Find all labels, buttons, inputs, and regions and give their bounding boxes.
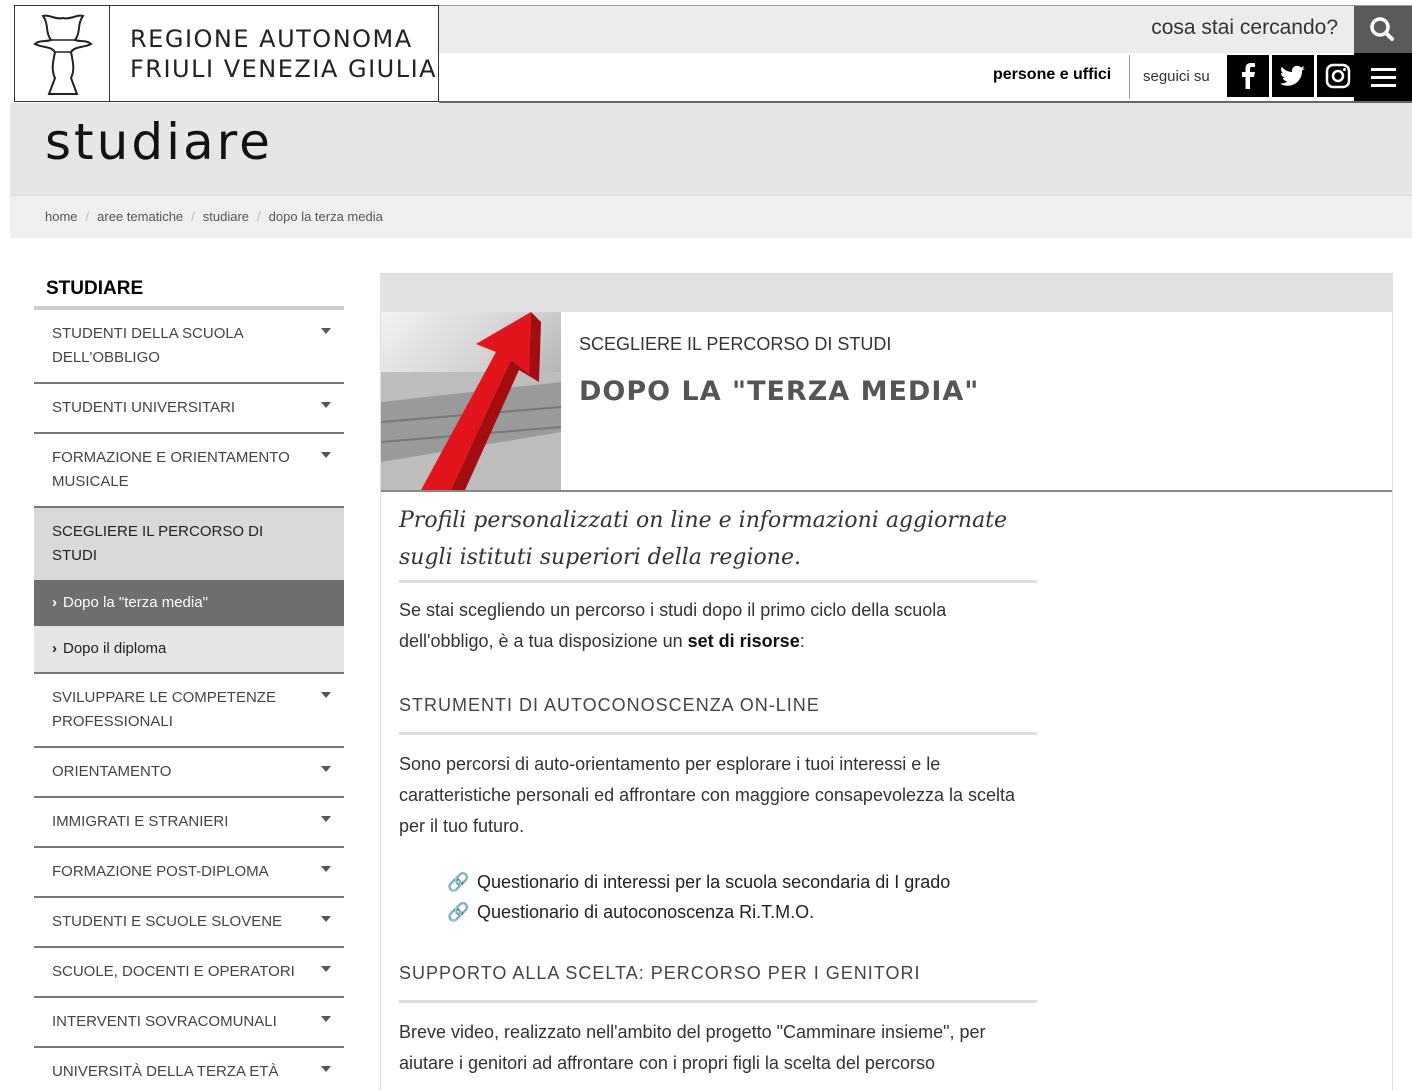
article-body: Profili personalizzati on line e informa… — [399, 502, 1037, 1079]
search-icon — [1370, 17, 1394, 41]
link-icon: 🔗 — [447, 872, 470, 892]
sidebar-item-label: STUDENTI DELLA SCUOLA DELL'OBBLIGO — [52, 325, 243, 366]
sidebar-item-interventi[interactable]: INTERVENTI SOVRACOMUNALI — [34, 998, 344, 1048]
caret-down-icon[interactable] — [321, 328, 331, 334]
hero-image — [381, 312, 561, 490]
section-text-genitori: Breve video, realizzato nell'ambito del … — [399, 1022, 986, 1073]
caret-down-icon[interactable] — [321, 402, 331, 408]
breadcrumb-home[interactable]: home — [45, 209, 78, 224]
sidebar-item-slovene[interactable]: STUDENTI E SCUOLE SLOVENE — [34, 898, 344, 948]
intro-bold: set di risorse — [687, 631, 800, 651]
link-label: Questionario di autoconoscenza Ri.T.M.O. — [477, 902, 815, 922]
sidebar-nav: STUDIARE STUDENTI DELLA SCUOLA DELL'OBBL… — [34, 275, 344, 1091]
divider — [1129, 55, 1130, 99]
sidebar-item-post-diploma[interactable]: FORMAZIONE POST-DIPLOMA — [34, 848, 344, 898]
link-label: Questionario di interessi per la scuola … — [477, 872, 951, 892]
region-name[interactable]: REGIONE AUTONOMA FRIULI VENEZIA GIULIA — [110, 5, 439, 102]
sidebar-item-label: IMMIGRATI E STRANIERI — [52, 813, 229, 830]
sidebar-item-competenze[interactable]: SVILUPPARE LE COMPETENZE PROFESSIONALI — [34, 674, 344, 748]
search-button[interactable] — [1354, 6, 1412, 54]
hamburger-line — [1371, 84, 1396, 87]
hamburger-line — [1371, 76, 1396, 79]
people-offices-link[interactable]: persone e uffici — [993, 66, 1111, 84]
sidebar-item-scuole-docenti[interactable]: SCUOLE, DOCENTI E OPERATORI — [34, 948, 344, 998]
breadcrumb-separator: / — [257, 209, 261, 224]
page-header: SCEGLIERE IL PERCORSO DI STUDI DOPO LA "… — [381, 312, 1392, 492]
breadcrumb-separator: / — [191, 209, 195, 224]
page-title: studiare — [45, 113, 273, 171]
caret-down-icon[interactable] — [321, 1016, 331, 1022]
sidebar-item-label: STUDENTI E SCUOLE SLOVENE — [52, 913, 283, 930]
sidebar-item-terza-eta[interactable]: UNIVERSITÀ DELLA TERZA ETÀ — [34, 1048, 344, 1091]
region-logo[interactable] — [14, 5, 110, 102]
site-header: REGIONE AUTONOMA FRIULI VENEZIA GIULIA c… — [10, 5, 1412, 103]
breadcrumb-aree-tematiche[interactable]: aree tematiche — [97, 209, 183, 224]
sidebar-item-label: SCUOLE, DOCENTI E OPERATORI — [52, 963, 295, 980]
follow-label: seguici su — [1143, 68, 1210, 85]
sidebar-item-label: UNIVERSITÀ DELLA TERZA ETÀ — [52, 1063, 279, 1080]
intro-text: Se stai scegliendo un percorso i studi d… — [399, 600, 947, 651]
main-content: SCEGLIERE IL PERCORSO DI STUDI DOPO LA "… — [380, 273, 1393, 1091]
resource-links: 🔗 Questionario di interessi per la scuola… — [447, 867, 1037, 927]
social-bar: persone e uffici seguici su — [439, 53, 1412, 103]
hamburger-line — [1371, 68, 1396, 71]
lead-paragraph: Profili personalizzati on line e informa… — [399, 502, 1037, 583]
page-title-band: studiare — [10, 103, 1412, 195]
chevron-right-icon: › — [52, 594, 57, 611]
sidebar-item-scegliere-percorso[interactable]: SCEGLIERE IL PERCORSO DI STUDI — [34, 508, 344, 580]
sidebar-title: STUDIARE — [34, 275, 344, 310]
sidebar-item-label: INTERVENTI SOVRACOMUNALI — [52, 1013, 277, 1030]
content-top-bar — [381, 274, 1392, 312]
search-input[interactable]: cosa stai cercando? — [1151, 16, 1338, 40]
caret-down-icon[interactable] — [321, 452, 331, 458]
sidebar-item-label: ORIENTAMENTO — [52, 763, 172, 780]
section-heading-autoconoscenza: STRUMENTI DI AUTOCONOSCENZA ON-LINE — [399, 695, 1037, 735]
caret-down-icon[interactable] — [321, 916, 331, 922]
breadcrumb-studiare[interactable]: studiare — [203, 209, 249, 224]
sidebar-subitem-label: Dopo il diploma — [63, 640, 167, 657]
caret-down-icon[interactable] — [321, 816, 331, 822]
intro-paragraph: Se stai scegliendo un percorso i studi d… — [399, 595, 1037, 657]
sidebar-item-orientamento[interactable]: ORIENTAMENTO — [34, 748, 344, 798]
region-name-line1: REGIONE AUTONOMA — [130, 25, 413, 53]
breadcrumb-separator: / — [85, 209, 90, 224]
breadcrumb: home / aree tematiche / studiare / dopo la ter… — [10, 195, 1412, 238]
twitter-icon[interactable] — [1272, 55, 1314, 97]
sidebar-subitem-label: Dopo la "terza media" — [63, 594, 208, 611]
intro-end: : — [799, 631, 805, 651]
sidebar-item-label: STUDENTI UNIVERSITARI — [52, 399, 236, 416]
caret-down-icon[interactable] — [321, 1066, 331, 1072]
instagram-icon[interactable] — [1317, 55, 1359, 97]
article-title: DOPO LA "TERZA MEDIA" — [579, 376, 980, 407]
link-questionario-interessi[interactable]: 🔗 Questionario di interessi per la scuola… — [447, 867, 1037, 897]
sidebar-item-formazione-musicale[interactable]: FORMAZIONE E ORIENTAMENTO MUSICALE — [34, 434, 344, 508]
search-bar: cosa stai cercando? — [439, 5, 1412, 54]
sidebar-item-studenti-scuola-obbligo[interactable]: STUDENTI DELLA SCUOLA DELL'OBBLIGO — [34, 310, 344, 384]
breadcrumb-current: dopo la terza media — [268, 209, 383, 224]
caret-down-icon[interactable] — [321, 766, 331, 772]
facebook-icon[interactable] — [1227, 55, 1269, 97]
sidebar-item-label: SVILUPPARE LE COMPETENZE PROFESSIONALI — [52, 689, 276, 730]
sidebar-item-label: SCEGLIERE IL PERCORSO DI STUDI — [52, 523, 264, 564]
link-questionario-ritmo[interactable]: 🔗 Questionario di autoconoscenza Ri.T.M.O… — [447, 897, 1037, 927]
caret-down-icon[interactable] — [321, 966, 331, 972]
menu-button[interactable] — [1354, 53, 1412, 101]
sidebar-item-label: FORMAZIONE E ORIENTAMENTO MUSICALE — [52, 449, 290, 490]
chevron-right-icon: › — [52, 640, 57, 657]
caret-down-icon[interactable] — [321, 692, 331, 698]
caret-down-icon[interactable] — [321, 866, 331, 872]
sidebar-item-immigrati[interactable]: IMMIGRATI E STRANIERI — [34, 798, 344, 848]
sidebar-subitem-dopo-terza-media[interactable]: › Dopo la "terza media" — [34, 580, 344, 626]
eagle-icon — [33, 14, 93, 95]
section-subtitle: SCEGLIERE IL PERCORSO DI STUDI — [579, 334, 892, 354]
section-heading-genitori: SUPPORTO ALLA SCELTA: PERCORSO PER I GEN… — [399, 963, 1037, 1003]
section-text-autoconoscenza: Sono percorsi di auto-orientamento per e… — [399, 754, 1016, 836]
sidebar-item-label: FORMAZIONE POST-DIPLOMA — [52, 863, 269, 880]
region-name-line2: FRIULI VENEZIA GIULIA — [130, 55, 438, 83]
link-icon: 🔗 — [447, 902, 470, 922]
sidebar-subitem-dopo-diploma[interactable]: › Dopo il diploma — [34, 626, 344, 674]
sidebar-item-studenti-universitari[interactable]: STUDENTI UNIVERSITARI — [34, 384, 344, 434]
